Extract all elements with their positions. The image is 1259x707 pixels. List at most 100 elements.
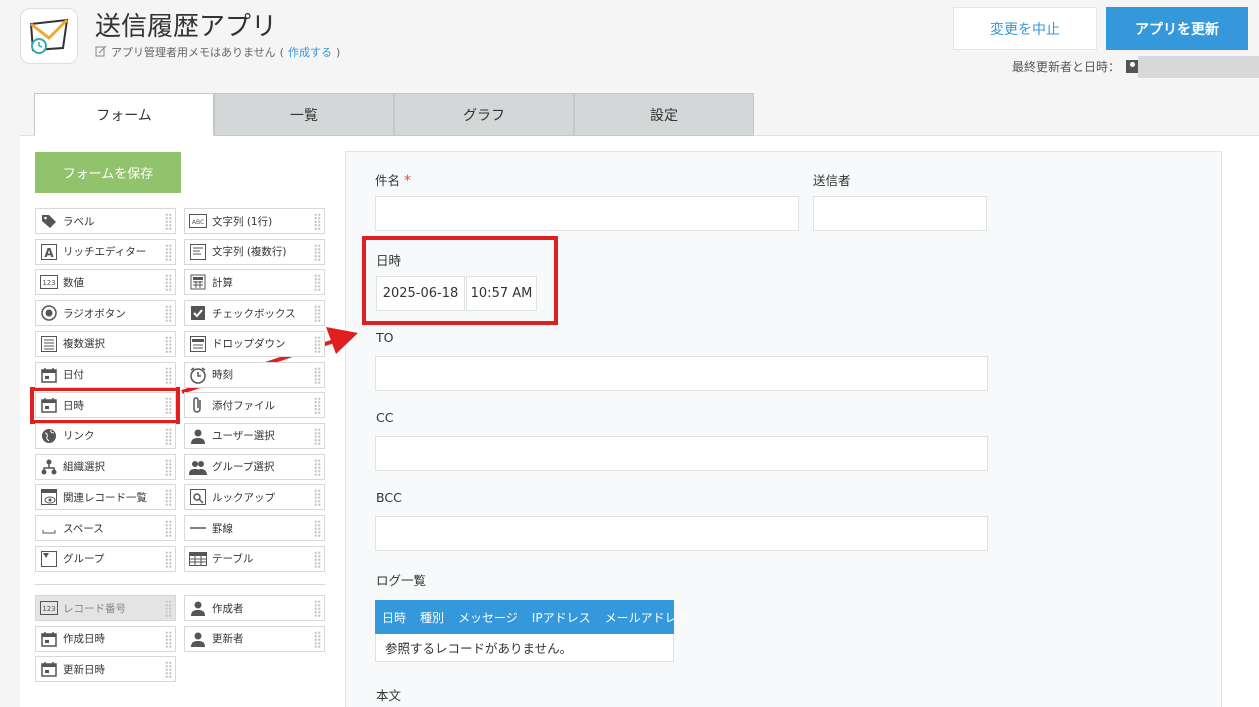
palette-item[interactable]: 組織選択	[35, 453, 176, 480]
group-icon	[189, 458, 207, 476]
number-icon: 123	[40, 599, 58, 617]
palette-item[interactable]: 更新者	[184, 625, 325, 652]
palette-item[interactable]: リンク	[35, 422, 176, 449]
palette-item: 123 レコード番号	[35, 595, 176, 621]
palette-item-label: チェックボックス	[212, 307, 296, 320]
palette-item[interactable]: 関連レコード一覧	[35, 484, 176, 511]
drag-handle-icon[interactable]	[165, 661, 172, 679]
drag-handle-icon[interactable]	[314, 274, 321, 292]
drag-handle-icon[interactable]	[314, 397, 321, 415]
cancel-button[interactable]: 変更を中止	[953, 7, 1097, 50]
palette-item[interactable]: ユーザー選択	[184, 422, 325, 449]
drag-handle-icon[interactable]	[165, 335, 172, 353]
palette-item-label: ドロップダウン	[212, 338, 286, 351]
drag-handle-icon[interactable]	[314, 458, 321, 476]
drag-handle-icon[interactable]	[165, 489, 172, 507]
palette-item-label: リンク	[63, 430, 95, 443]
palette-item[interactable]: 複数選択	[35, 330, 176, 357]
palette-item[interactable]: グループ	[35, 545, 176, 572]
palette-item[interactable]: 罫線	[184, 515, 325, 541]
drag-handle-icon[interactable]	[165, 427, 172, 445]
tab-form[interactable]: フォーム	[34, 93, 214, 136]
memo-text: アプリ管理者用メモはありません	[111, 46, 276, 59]
palette-item[interactable]: ABC 文字列 (1行)	[184, 208, 325, 234]
calendar-icon	[40, 660, 58, 678]
drag-handle-icon[interactable]	[314, 213, 321, 230]
drag-handle-icon[interactable]	[165, 630, 172, 648]
drag-handle-icon[interactable]	[165, 274, 172, 292]
palette-item-label: ラベル	[63, 215, 95, 228]
palette-item[interactable]: 添付ファイル	[184, 392, 325, 419]
subject-input[interactable]	[375, 196, 799, 231]
to-label: TO	[376, 330, 394, 345]
sender-input[interactable]	[813, 196, 987, 231]
palette-item-label: 作成日時	[63, 633, 105, 646]
palette-item-label: 関連レコード一覧	[63, 491, 147, 504]
palette-item[interactable]: A リッチエディター	[35, 238, 176, 265]
palette-item-label: 複数選択	[63, 338, 105, 351]
drag-handle-icon[interactable]	[314, 366, 321, 384]
palette-item[interactable]: 日時	[35, 392, 176, 419]
bcc-input[interactable]	[375, 516, 988, 551]
drag-handle-icon[interactable]	[314, 427, 321, 445]
palette-item[interactable]: 作成日時	[35, 625, 176, 652]
drag-handle-icon[interactable]	[314, 520, 321, 537]
drag-handle-icon[interactable]	[314, 243, 321, 261]
tab-list[interactable]: 一覧	[214, 93, 394, 136]
drag-handle-icon[interactable]	[314, 335, 321, 353]
palette-item[interactable]: 更新日時	[35, 656, 176, 683]
bcc-label: BCC	[376, 490, 402, 505]
palette-item[interactable]: 123 数値	[35, 269, 176, 296]
drag-handle-icon[interactable]	[314, 550, 321, 568]
palette-item[interactable]: 時刻	[184, 361, 325, 388]
drag-handle-icon[interactable]	[165, 520, 172, 537]
to-input[interactable]	[375, 356, 988, 391]
palette-item[interactable]: ドロップダウン	[184, 330, 325, 357]
drag-handle-icon[interactable]	[165, 305, 172, 323]
palette-item[interactable]: 作成者	[184, 595, 325, 621]
drag-handle-icon[interactable]	[165, 458, 172, 476]
palette-item[interactable]: チェックボックス	[184, 300, 325, 327]
palette-item[interactable]: ラベル	[35, 208, 176, 234]
palette-item[interactable]: グループ選択	[184, 453, 325, 480]
palette-item[interactable]: ラジオボタン	[35, 300, 176, 327]
app-title: 送信履歴アプリ	[95, 12, 278, 42]
calendar-icon	[40, 396, 58, 414]
cc-input[interactable]	[375, 436, 988, 471]
drag-handle-icon[interactable]	[165, 600, 172, 617]
tab-graph[interactable]: グラフ	[394, 93, 574, 136]
drag-handle-icon[interactable]	[165, 550, 172, 568]
save-form-button[interactable]: フォームを保存	[35, 152, 181, 193]
svg-text:A: A	[44, 246, 54, 260]
palette-item[interactable]: 文字列 (複数行)	[184, 238, 325, 265]
palette-item[interactable]: テーブル	[184, 545, 325, 572]
user-icon	[189, 630, 207, 648]
last-updated: 最終更新者と日時：	[1012, 58, 1140, 75]
create-memo-link[interactable]: 作成する	[288, 44, 332, 60]
tab-settings[interactable]: 設定	[574, 93, 754, 136]
drag-handle-icon[interactable]	[314, 305, 321, 323]
abc-icon: ABC	[189, 212, 207, 230]
related-records-icon	[40, 488, 58, 506]
drag-handle-icon[interactable]	[314, 630, 321, 648]
required-mark: *	[404, 173, 412, 189]
drag-handle-icon[interactable]	[165, 366, 172, 384]
palette-item[interactable]: ルックアップ	[184, 484, 325, 511]
drag-handle-icon[interactable]	[314, 600, 321, 617]
palette-item-label: 数値	[63, 276, 84, 289]
palette-item-label: グループ選択	[212, 461, 275, 474]
palette-item[interactable]: スペース	[35, 515, 176, 541]
log-table-header: 日時 種別 メッセージ IPアドレス メールアドレス	[375, 600, 689, 634]
palette-item[interactable]: 日付	[35, 361, 176, 388]
drag-handle-icon[interactable]	[165, 243, 172, 261]
letter-a-icon: A	[40, 243, 58, 261]
drag-handle-icon[interactable]	[314, 489, 321, 507]
palette-item[interactable]: 計算	[184, 269, 325, 296]
svg-text:123: 123	[42, 605, 55, 613]
cc-label: CC	[376, 410, 394, 425]
update-app-button[interactable]: アプリを更新	[1106, 7, 1248, 50]
log-table-empty: 参照するレコードがありません。	[375, 634, 674, 662]
drag-handle-icon[interactable]	[165, 397, 172, 415]
palette-item-label: 文字列 (複数行)	[212, 246, 287, 259]
drag-handle-icon[interactable]	[165, 213, 172, 230]
